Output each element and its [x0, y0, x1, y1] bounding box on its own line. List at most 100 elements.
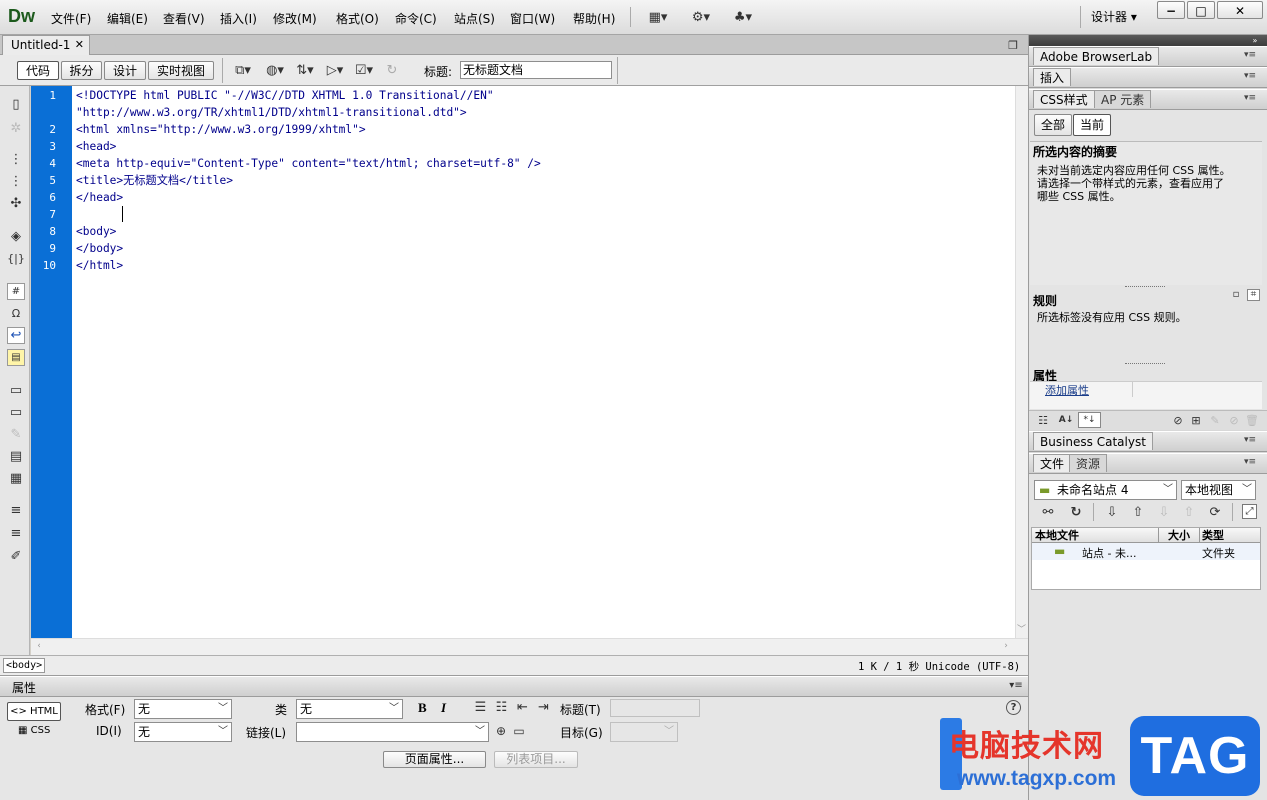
dock-collapse-strip[interactable]: [1029, 35, 1267, 46]
tag-selector-body[interactable]: <body>: [3, 658, 46, 673]
col-size[interactable]: 大小: [1168, 528, 1190, 543]
browser-preview-icon[interactable]: ◍▾: [263, 61, 287, 79]
new-css-rule-icon[interactable]: ⊞: [1189, 413, 1203, 427]
menu-commands[interactable]: 命令(C): [395, 10, 437, 27]
gear-icon[interactable]: ⚙▾: [688, 9, 714, 25]
file-management-icon[interactable]: ⇅▾: [293, 61, 317, 79]
live-view-button[interactable]: 实时视图: [148, 61, 214, 80]
menu-format[interactable]: 格式(O): [336, 10, 379, 27]
site-map-icon[interactable]: ♣▾: [730, 9, 756, 25]
minimize-button[interactable]: −: [1157, 1, 1185, 19]
design-view-button[interactable]: 设计: [104, 61, 146, 80]
select-parent-tag-icon[interactable]: ◈: [7, 228, 25, 244]
menu-view[interactable]: 查看(V): [163, 10, 205, 27]
class-select[interactable]: 无 ﹀: [296, 699, 403, 719]
browserlab-tab[interactable]: Adobe BrowserLab: [1033, 47, 1160, 65]
rules-view-icon[interactable]: ▫: [1230, 289, 1242, 301]
view-select[interactable]: 本地视图 ﹀: [1181, 480, 1256, 500]
page-properties-button[interactable]: 页面属性...: [383, 751, 486, 768]
site-select[interactable]: ▬ 未命名站点 4 ﹀: [1034, 480, 1177, 500]
panel-menu-icon[interactable]: ▾≡: [1008, 679, 1024, 693]
col-type[interactable]: 类型: [1202, 528, 1224, 543]
maximize-button[interactable]: □: [1187, 1, 1215, 19]
open-documents-icon[interactable]: ▯: [7, 95, 25, 113]
put-files-icon[interactable]: ⇧: [1130, 504, 1146, 520]
line-numbers-icon[interactable]: #: [7, 283, 25, 300]
balance-braces-icon[interactable]: {|}: [7, 250, 25, 266]
collapse-tag-icon[interactable]: ⋮: [7, 151, 25, 167]
synchronize-icon[interactable]: ⟳: [1207, 504, 1223, 520]
format-source-icon[interactable]: ✐: [7, 548, 25, 564]
format-select[interactable]: 无 ﹀: [134, 699, 232, 719]
split-view-button[interactable]: 拆分: [61, 61, 102, 80]
panel-menu-icon[interactable]: ▾≡: [1244, 50, 1262, 60]
layout-icon[interactable]: ▦▾: [644, 9, 672, 25]
splitter-grip[interactable]: [1125, 363, 1165, 365]
remove-comment-icon[interactable]: ▭: [7, 404, 25, 420]
menu-window[interactable]: 窗口(W): [510, 10, 555, 27]
title-input[interactable]: 无标题文档: [460, 61, 612, 79]
menu-help[interactable]: 帮助(H): [573, 10, 615, 27]
indent-code-icon[interactable]: ≡: [7, 502, 25, 518]
scroll-right-icon[interactable]: ›: [1000, 640, 1012, 652]
css-all-button[interactable]: 全部: [1034, 114, 1072, 136]
doc-tab[interactable]: Untitled-1 ✕: [2, 35, 90, 55]
css-mode-button[interactable]: ▦ CSS: [18, 725, 50, 736]
connect-icon[interactable]: ⚯: [1040, 504, 1056, 520]
restore-doc-icon[interactable]: ❐: [1006, 38, 1020, 52]
horizontal-scrollbar[interactable]: [31, 638, 1028, 655]
close-button[interactable]: ✕: [1217, 1, 1263, 19]
col-local-files[interactable]: 本地文件: [1035, 528, 1079, 543]
apply-comment-icon[interactable]: ▭: [7, 382, 25, 398]
workspace-switcher[interactable]: 设计器 ▾: [1091, 8, 1137, 25]
expand-files-icon[interactable]: ⤢: [1242, 504, 1257, 519]
assets-tab[interactable]: 资源: [1069, 454, 1108, 472]
scroll-left-icon[interactable]: ‹: [33, 640, 45, 652]
css-current-button[interactable]: 当前: [1073, 114, 1111, 136]
close-tab-icon[interactable]: ✕: [75, 36, 84, 54]
ordered-list-icon[interactable]: ☷: [494, 700, 509, 715]
bold-button[interactable]: B: [418, 700, 427, 716]
validate-icon[interactable]: ☑▾: [352, 61, 376, 79]
collapse-dock-icon[interactable]: »: [1247, 35, 1263, 46]
unordered-list-icon[interactable]: ☰: [473, 700, 488, 715]
point-to-file-icon[interactable]: ⊕: [494, 724, 508, 738]
outdent-icon[interactable]: ⇤: [515, 700, 530, 715]
files-tab[interactable]: 文件: [1033, 454, 1072, 472]
html-mode-button[interactable]: <> HTML: [7, 702, 61, 721]
help-icon[interactable]: ?: [1006, 700, 1021, 715]
refresh-icon[interactable]: ↻: [384, 61, 400, 79]
css-styles-tab[interactable]: CSS样式: [1033, 90, 1095, 108]
recent-snippets-icon[interactable]: ▤: [7, 448, 25, 464]
menu-site[interactable]: 站点(S): [454, 10, 495, 27]
menu-file[interactable]: 文件(F): [51, 10, 91, 27]
attach-stylesheet-icon[interactable]: ⊘: [1171, 413, 1185, 427]
expand-all-icon[interactable]: ✣: [7, 195, 25, 211]
word-wrap-icon[interactable]: ↩: [7, 327, 25, 344]
vertical-scrollbar[interactable]: [1015, 86, 1028, 638]
panel-menu-icon[interactable]: ▾≡: [1244, 457, 1262, 467]
refresh-files-icon[interactable]: ↻: [1068, 504, 1084, 520]
business-catalyst-tab[interactable]: Business Catalyst: [1033, 432, 1153, 450]
ap-elements-tab[interactable]: AP 元素: [1094, 90, 1152, 108]
add-attribute-link[interactable]: 添加属性: [1045, 382, 1089, 398]
syntax-coloring-icon[interactable]: ▤: [7, 349, 25, 366]
splitter-grip[interactable]: [1125, 286, 1165, 288]
italic-button[interactable]: I: [441, 700, 446, 716]
link-select[interactable]: ﹀: [296, 722, 489, 742]
indent-icon[interactable]: ⇥: [536, 700, 551, 715]
menu-modify[interactable]: 修改(M): [273, 10, 317, 27]
panel-menu-icon[interactable]: ▾≡: [1244, 93, 1262, 103]
get-files-icon[interactable]: ⇩: [1104, 504, 1120, 520]
collapse-selection-icon[interactable]: ⋮: [7, 173, 25, 189]
menu-insert[interactable]: 插入(I): [220, 10, 257, 27]
insert-tab[interactable]: 插入: [1033, 68, 1072, 86]
browse-folder-icon[interactable]: ▭: [511, 724, 527, 738]
outdent-code-icon[interactable]: ≡: [7, 525, 25, 541]
move-css-icon[interactable]: ▦: [7, 470, 25, 486]
rules-info-icon[interactable]: ⌗: [1247, 289, 1260, 301]
panel-menu-icon[interactable]: ▾≡: [1244, 435, 1262, 445]
menu-edit[interactable]: 编辑(E): [107, 10, 148, 27]
inspect-icon[interactable]: ▷▾: [323, 61, 347, 79]
highlight-invalid-icon[interactable]: Ω: [7, 305, 25, 321]
